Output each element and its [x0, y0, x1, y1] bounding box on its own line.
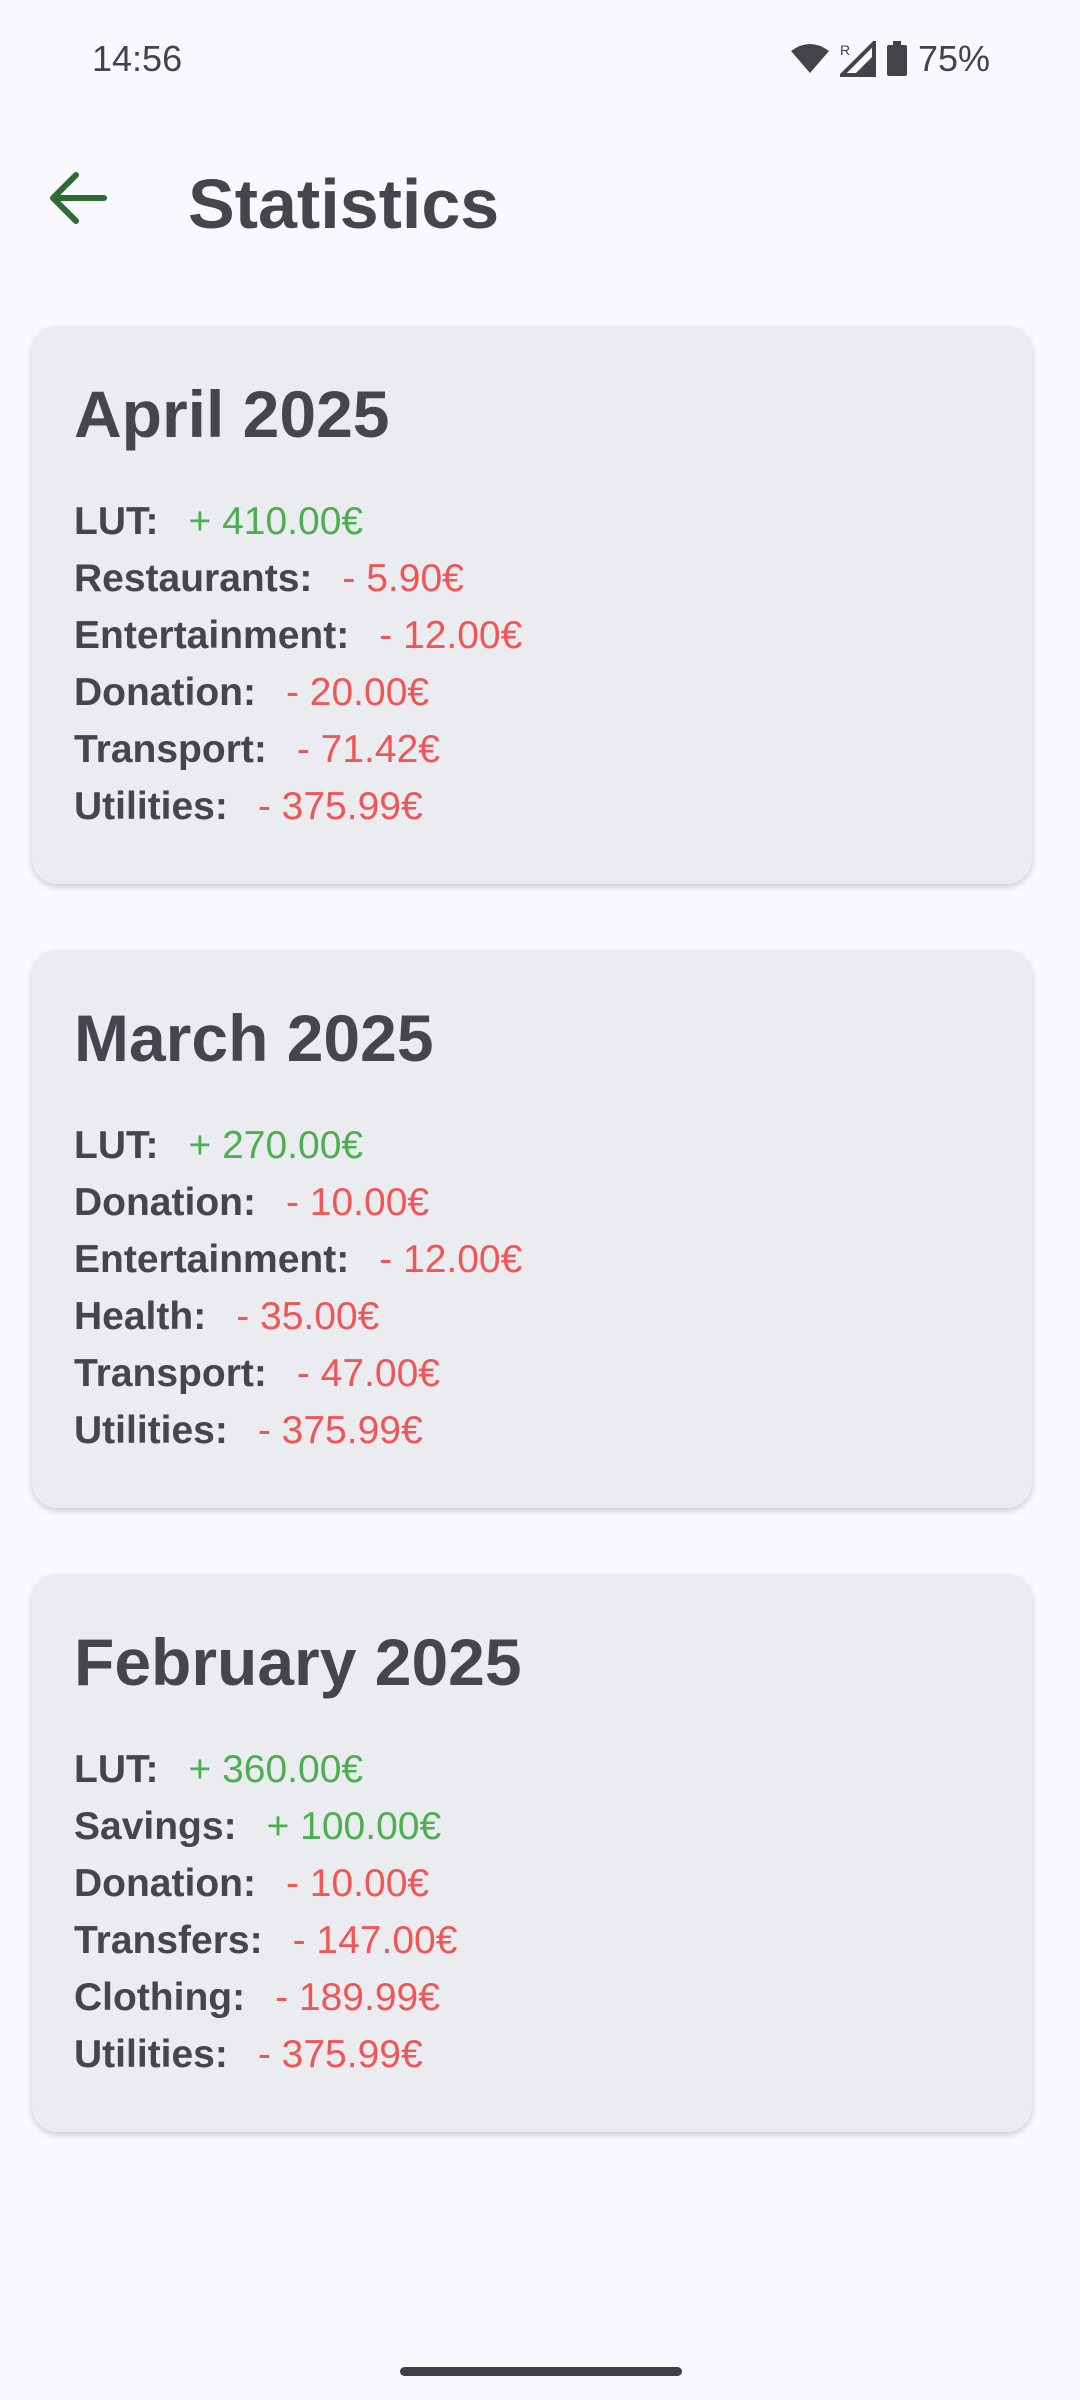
page-title: Statistics: [188, 165, 500, 243]
entry-row: LUT: + 270.00€: [74, 1117, 990, 1174]
entry-amount: - 147.00€: [292, 1918, 458, 1962]
month-title: February 2025: [74, 1625, 522, 1699]
entry-row: Health: - 35.00€: [74, 1288, 990, 1345]
entry-amount: - 35.00€: [236, 1294, 380, 1338]
entry-row: Transport: - 71.42€: [74, 721, 990, 778]
back-button[interactable]: [38, 160, 118, 240]
entry-row: LUT: + 360.00€: [74, 1741, 990, 1798]
entry-row: Transfers: - 147.00€: [74, 1912, 990, 1969]
entry-amount: - 375.99€: [257, 1408, 423, 1452]
entry-row: LUT: + 410.00€: [74, 493, 990, 550]
entry-label: Transport:: [74, 727, 267, 771]
entry-amount: + 410.00€: [188, 499, 364, 543]
entry-label: Utilities:: [74, 1408, 228, 1452]
entry-amount: - 5.90€: [342, 556, 464, 600]
entry-label: LUT:: [74, 1123, 159, 1167]
entry-amount: - 189.99€: [275, 1975, 440, 2019]
entry-amount: + 270.00€: [188, 1123, 364, 1167]
entry-label: Utilities:: [74, 784, 228, 828]
battery-percent: 75%: [917, 38, 990, 79]
entry-label: Entertainment:: [74, 1237, 350, 1281]
month-list: April 2025 LUT: + 410.00€ Restaurants: - 5…: [32, 326, 1032, 2198]
entry-amount: + 360.00€: [188, 1747, 364, 1791]
entry-row: Donation: - 10.00€: [74, 1855, 990, 1912]
entry-amount: - 47.00€: [296, 1351, 440, 1395]
month-title: March 2025: [74, 1001, 434, 1075]
wifi-icon: [790, 43, 830, 75]
arrow-back-icon: [48, 171, 108, 230]
entry-label: Donation:: [74, 1180, 256, 1224]
entry-amount: - 375.99€: [257, 784, 423, 828]
entry-row: Restaurants: - 5.90€: [74, 550, 990, 607]
entry-row: Utilities: - 375.99€: [74, 1402, 990, 1459]
month-card-march-2025: March 2025 LUT: + 270.00€ Donation: - 10.0…: [32, 950, 1032, 1508]
entry-label: Savings:: [74, 1804, 237, 1848]
entry-row: Clothing: - 189.99€: [74, 1969, 990, 2026]
battery-icon: [886, 41, 908, 77]
entry-row: Utilities: - 375.99€: [74, 2026, 990, 2083]
entry-label: Health:: [74, 1294, 207, 1338]
entry-label: LUT:: [74, 1747, 159, 1791]
month-title: April 2025: [74, 377, 390, 451]
svg-text:R: R: [840, 42, 850, 58]
entry-amount: - 20.00€: [285, 670, 430, 714]
month-card-april-2025: April 2025 LUT: + 410.00€ Restaurants: - 5…: [32, 326, 1032, 884]
status-time: 14:56: [92, 38, 183, 79]
entry-row: Donation: - 20.00€: [74, 664, 990, 721]
entry-label: Transfers:: [74, 1918, 263, 1962]
month-card-february-2025: February 2025 LUT: + 360.00€ Savings: + 10…: [32, 1574, 1032, 2132]
entry-row: Savings: + 100.00€: [74, 1798, 990, 1855]
entry-label: Transport:: [74, 1351, 267, 1395]
entry-row: Donation: - 10.00€: [74, 1174, 990, 1231]
entry-label: Clothing:: [74, 1975, 246, 2019]
entry-row: Entertainment: - 12.00€: [74, 1231, 990, 1288]
entry-label: Entertainment:: [74, 613, 350, 657]
entry-amount: - 375.99€: [257, 2032, 423, 2076]
app-bar: Statistics: [0, 150, 1080, 260]
gesture-nav-handle[interactable]: [400, 2367, 682, 2376]
entry-row: Transport: - 47.00€: [74, 1345, 990, 1402]
entry-label: Restaurants:: [74, 556, 313, 600]
entry-row: Entertainment: - 12.00€: [74, 607, 990, 664]
entry-amount: - 10.00€: [285, 1861, 430, 1905]
entry-label: Utilities:: [74, 2032, 228, 2076]
entry-label: LUT:: [74, 499, 159, 543]
entry-label: Donation:: [74, 670, 256, 714]
entry-label: Donation:: [74, 1861, 256, 1905]
status-bar: 14:56 R 75%: [0, 0, 1080, 120]
signal-roaming-icon: R: [839, 41, 876, 77]
entry-row: Utilities: - 375.99€: [74, 778, 990, 835]
entry-amount: - 12.00€: [379, 613, 523, 657]
status-icons: R 75%: [790, 38, 990, 80]
entry-amount: + 100.00€: [266, 1804, 442, 1848]
entry-amount: - 71.42€: [296, 727, 440, 771]
entry-amount: - 10.00€: [285, 1180, 430, 1224]
entry-amount: - 12.00€: [379, 1237, 523, 1281]
